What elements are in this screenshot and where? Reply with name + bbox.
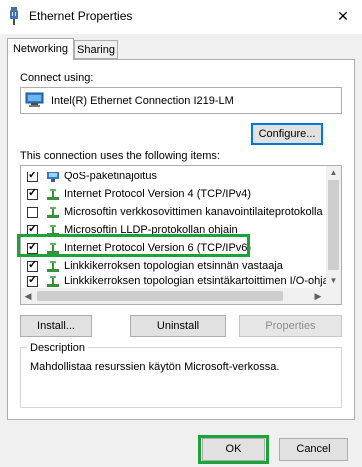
list-item-label: Microsoftin verkkosovittimen kanavointil… bbox=[64, 206, 323, 218]
scroll-down-icon[interactable]: ▼ bbox=[326, 274, 341, 288]
scroll-right-icon[interactable]: ▶ bbox=[311, 288, 325, 304]
check-mark-icon: ✓ bbox=[28, 187, 38, 199]
install-button[interactable]: Install... bbox=[20, 315, 92, 337]
checkbox[interactable]: ✓ bbox=[27, 187, 38, 200]
checkbox[interactable]: ✓ bbox=[27, 172, 38, 182]
configure-button[interactable]: Configure... bbox=[251, 123, 323, 145]
checkbox[interactable]: ✓ bbox=[27, 259, 38, 272]
scrollbar-corner bbox=[326, 288, 341, 304]
vertical-scrollbar-thumb[interactable] bbox=[328, 180, 339, 270]
cancel-button[interactable]: Cancel bbox=[279, 438, 348, 461]
list-item[interactable]: ✓ Internet Protocol Version 4 (TCP/IPv4) bbox=[27, 186, 327, 204]
tab-sharing[interactable]: Sharing bbox=[74, 40, 118, 59]
list-item-label: Linkkikerroksen topologian etsinnän vast… bbox=[64, 260, 283, 272]
list-item[interactable]: Microsoftin verkkosovittimen kanavointil… bbox=[27, 204, 327, 222]
checkbox[interactable] bbox=[27, 207, 38, 218]
description-text: Mahdollistaa resurssien käytön Microsoft… bbox=[30, 361, 280, 373]
protocol-icon bbox=[46, 206, 60, 219]
ipv6-highlight-box bbox=[17, 234, 250, 257]
ethernet-cable-icon bbox=[7, 7, 21, 25]
items-label: This connection uses the following items… bbox=[20, 150, 220, 162]
description-title: Description bbox=[27, 342, 89, 354]
list-item-label: Linkkikerroksen topologian etsintäkartoi… bbox=[64, 275, 330, 287]
close-icon[interactable]: ✕ bbox=[331, 4, 355, 28]
uninstall-button[interactable]: Uninstall bbox=[130, 315, 226, 337]
network-adapter-icon bbox=[25, 92, 44, 108]
horizontal-scrollbar-thumb[interactable] bbox=[37, 291, 283, 301]
checkbox[interactable]: ✓ bbox=[27, 274, 38, 287]
ok-highlight-box bbox=[198, 435, 269, 464]
scroll-left-icon[interactable]: ◀ bbox=[21, 288, 35, 304]
properties-button: Properties bbox=[239, 315, 342, 337]
tab-networking[interactable]: Networking bbox=[7, 38, 74, 60]
protocol-icon bbox=[46, 275, 60, 288]
description-group bbox=[20, 347, 342, 408]
protocol-icon bbox=[46, 188, 60, 201]
scroll-up-icon[interactable]: ▲ bbox=[326, 166, 341, 180]
window-title: Ethernet Properties bbox=[29, 9, 133, 23]
configure-button-label: Configure... bbox=[258, 128, 316, 140]
check-mark-icon: ✓ bbox=[28, 259, 38, 271]
adapter-name: Intel(R) Ethernet Connection I219-LM bbox=[51, 95, 234, 107]
check-mark-icon: ✓ bbox=[28, 274, 38, 286]
list-item-label: Internet Protocol Version 4 (TCP/IPv4) bbox=[64, 188, 252, 200]
connect-using-label: Connect using: bbox=[20, 72, 94, 84]
protocol-icon bbox=[46, 260, 60, 273]
